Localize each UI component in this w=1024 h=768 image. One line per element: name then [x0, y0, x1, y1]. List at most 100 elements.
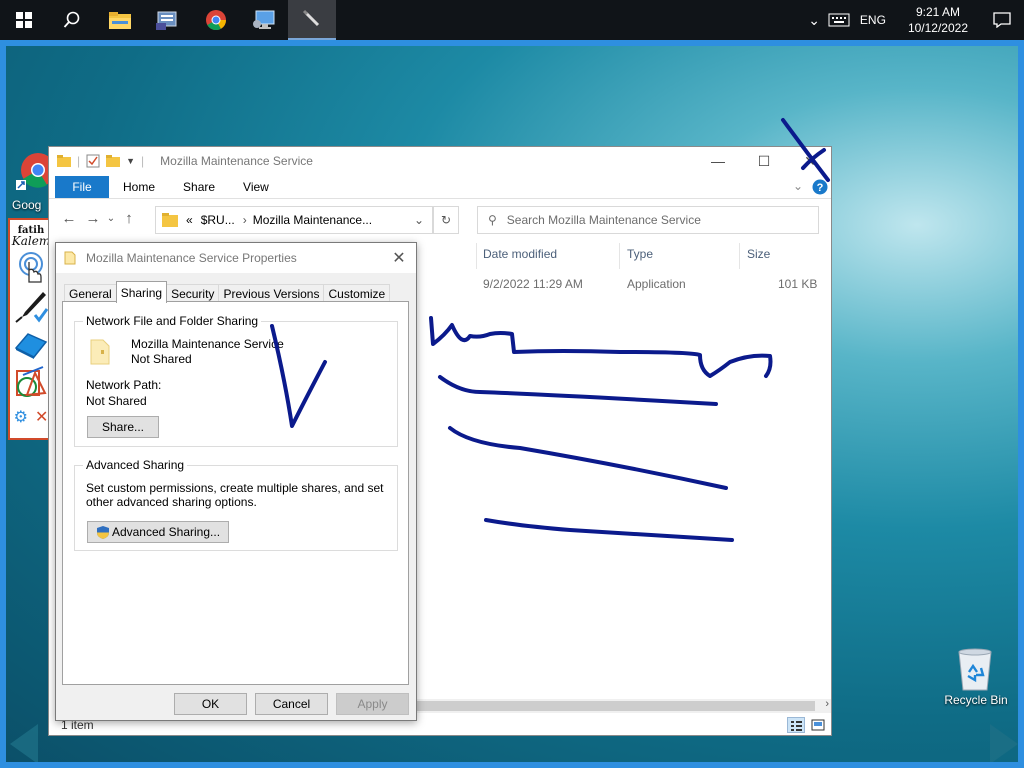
eraser-icon [14, 333, 48, 359]
ribbon-tab-file[interactable]: File [55, 175, 109, 198]
cancel-button[interactable]: Cancel [255, 693, 328, 715]
settings-gear-icon[interactable]: ⚙ [14, 407, 28, 427]
ribbon-tab-share[interactable]: Share [169, 180, 229, 194]
remote-desktop-taskbar-button[interactable] [240, 0, 288, 40]
advanced-sharing-button[interactable]: Advanced Sharing... [87, 521, 229, 543]
column-size[interactable]: Size [747, 247, 770, 267]
keyboard-icon[interactable] [828, 13, 850, 27]
shared-item-state: Not Shared [131, 352, 192, 366]
chrome-icon [206, 10, 227, 31]
address-dropdown-icon[interactable]: ⌄ [414, 213, 424, 227]
fountain-pen-icon [15, 292, 49, 323]
back-arrow-icon[interactable]: ← [57, 210, 81, 227]
ribbon-expand-chevron-icon[interactable]: ⌄ [793, 179, 803, 193]
ribbon-tab-home[interactable]: Home [109, 180, 169, 194]
network-sharing-group: Network File and Folder Sharing Mozilla … [74, 314, 398, 447]
properties-quick-access-icon[interactable] [86, 154, 100, 168]
taskbar: ⌄ ENG 9:21 AM 10/12/2022 [0, 0, 1024, 40]
row-date-modified[interactable]: 9/2/2022 11:29 AM [483, 277, 583, 291]
apply-button[interactable]: Apply [336, 693, 409, 715]
share-button[interactable]: Share... [87, 416, 159, 438]
network-path-value: Not Shared [86, 394, 147, 408]
large-icons-view-button[interactable] [809, 717, 827, 733]
address-overflow[interactable]: « [186, 213, 193, 227]
recent-locations-chevron-icon[interactable]: ⌄ [105, 213, 117, 224]
refresh-button[interactable]: ↻ [433, 206, 459, 234]
shapes-icon [16, 366, 47, 397]
row-size[interactable]: 101 KB [778, 277, 817, 291]
window-close-button[interactable]: ✕ [787, 147, 833, 175]
row-type[interactable]: Application [627, 277, 686, 291]
kalem-pen-tool[interactable] [10, 288, 52, 326]
minimize-button[interactable]: — [695, 147, 741, 175]
chrome-desktop-label: Goog [12, 198, 42, 212]
scroll-right-arrow-icon[interactable]: › [825, 698, 829, 710]
server-manager-taskbar-button[interactable] [144, 0, 192, 40]
nav-right-arrow-icon[interactable] [986, 722, 1022, 766]
chrome-taskbar-button[interactable] [192, 0, 240, 40]
pen-tool-taskbar-button[interactable] [288, 0, 336, 40]
properties-title-bar: Mozilla Maintenance Service Properties [56, 243, 416, 273]
address-bar[interactable]: « $RU... › Mozilla Maintenance... ⌄ [155, 206, 433, 234]
chevron-up-icon[interactable]: ⌄ [808, 12, 820, 29]
network-path-label: Network Path: [86, 378, 162, 392]
column-date-modified[interactable]: Date modified [483, 247, 557, 267]
nav-left-arrow-icon[interactable] [6, 722, 42, 766]
column-separator[interactable] [476, 243, 477, 269]
folder-icon [57, 155, 71, 167]
explorer-title: Mozilla Maintenance Service [160, 154, 313, 168]
search-icon [63, 11, 80, 28]
notification-icon [993, 12, 1011, 28]
pen-icon [302, 9, 320, 27]
advanced-sharing-button-label: Advanced Sharing... [111, 525, 221, 539]
kalem-logo: fatih Kalem [10, 220, 52, 250]
column-type[interactable]: Type [627, 247, 653, 267]
system-tray: ⌄ ENG 9:21 AM 10/12/2022 [808, 0, 1024, 40]
file-explorer-taskbar-button[interactable] [96, 0, 144, 40]
column-separator[interactable] [619, 243, 620, 269]
ribbon-tab-view[interactable]: View [229, 180, 283, 194]
clock[interactable]: 9:21 AM 10/12/2022 [908, 4, 968, 36]
search-placeholder: Search Mozilla Maintenance Service [506, 213, 701, 227]
horizontal-scrollbar[interactable]: › [417, 698, 831, 713]
kalem-logo-bottom: Kalem [11, 234, 51, 248]
action-center-button[interactable] [980, 0, 1024, 40]
close-icon[interactable]: ✕ [35, 407, 48, 427]
breadcrumb-separator: › [242, 213, 247, 227]
column-separator[interactable] [739, 243, 740, 269]
server-manager-icon [156, 11, 177, 30]
kalem-shapes-tool[interactable] [10, 364, 52, 402]
breadcrumb-current[interactable]: Mozilla Maintenance... [253, 213, 372, 227]
properties-close-button[interactable]: ✕ [382, 243, 416, 273]
recycle-bin-icon[interactable] [954, 646, 996, 692]
up-arrow-icon[interactable]: ↑ [117, 210, 141, 227]
scrollbar-thumb[interactable] [417, 701, 815, 711]
advanced-sharing-description: Set custom permissions, create multiple … [86, 481, 384, 509]
properties-dialog: Mozilla Maintenance Service Properties ✕… [55, 242, 417, 721]
help-icon[interactable]: ? [812, 179, 828, 195]
refresh-icon: ↻ [440, 213, 452, 227]
remote-desktop-icon [253, 10, 275, 29]
start-button[interactable] [0, 0, 48, 40]
kalem-cursor-tool[interactable] [10, 250, 52, 288]
search-button[interactable] [48, 0, 96, 40]
uac-shield-icon [96, 525, 109, 539]
touch-hand-icon [19, 252, 43, 283]
maximize-button[interactable]: ☐ [741, 147, 787, 175]
new-folder-quick-access-icon[interactable] [106, 155, 122, 167]
properties-tabs: General Sharing Security Previous Versio… [64, 281, 391, 303]
kalem-eraser-tool[interactable] [10, 326, 52, 364]
breadcrumb-runtime[interactable]: $RU... [201, 213, 235, 227]
language-indicator[interactable]: ENG [860, 13, 886, 27]
large-icons-view-icon [811, 719, 825, 731]
svg-text:?: ? [817, 182, 824, 194]
tab-sharing[interactable]: Sharing [115, 281, 168, 303]
search-box[interactable]: ⚲ Search Mozilla Maintenance Service [477, 206, 819, 234]
clock-time: 9:21 AM [915, 5, 960, 19]
details-view-button[interactable] [787, 717, 805, 733]
ok-button[interactable]: OK [174, 693, 247, 715]
forward-arrow-icon[interactable]: → [81, 210, 105, 227]
shared-file-icon [90, 339, 110, 365]
folder-icon [109, 12, 131, 29]
quick-access-dropdown-icon[interactable]: ▼ [126, 156, 135, 166]
